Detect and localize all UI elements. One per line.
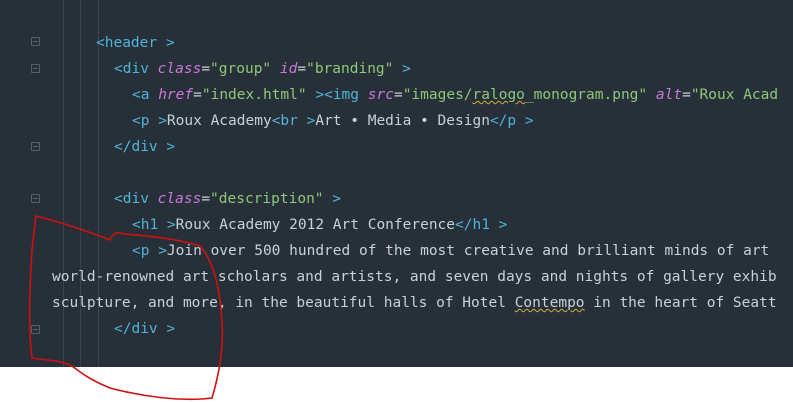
fold-marker-icon[interactable] [31,142,40,151]
p-text-2: Art • Media • Design [315,113,490,129]
br-tag: <br > [271,113,316,129]
code-line-p2[interactable]: <p >Join over 500 hundred of the most cr… [132,241,769,261]
equals: = [393,87,403,103]
equals: = [193,87,202,103]
code-line-wrap-2[interactable]: sculpture, and more, in the beautiful ha… [52,293,777,313]
code-line-div-description[interactable]: <div class="description" > [114,189,341,209]
div-tag: <div [114,61,149,77]
fold-marker-icon[interactable] [31,194,40,203]
tag-close: > [393,61,411,77]
code-line-div-close-2[interactable]: </div > [114,319,175,339]
p-close-tag: </p > [489,113,534,129]
tag-close: > [306,87,325,103]
fold-marker-icon[interactable] [31,325,40,334]
h1-close-tag: </h1 > [455,217,508,233]
equals: = [201,191,211,207]
a-tag: <a [132,87,150,103]
div-close-tag: </div > [114,321,176,337]
equals: = [201,61,211,77]
code-line-div-close[interactable]: </div > [114,137,175,157]
class-value: "group" [210,61,272,77]
src-value-pre: "images/ [402,87,473,103]
p-open-tag: <p > [132,243,167,259]
h1-text: Roux Academy 2012 Art Conference [175,217,456,233]
img-tag: <img [324,87,360,103]
p-open-tag: <p > [132,113,167,129]
code-line-p[interactable]: <p >Roux Academy<br >Art • Media • Desig… [132,111,534,131]
p-text: Roux Academy [166,113,272,129]
id-value: "branding" [306,61,394,77]
id-attribute: id [279,61,298,77]
class-attribute: class [157,191,202,207]
alt-value: "Roux Acad [690,87,779,103]
equals: = [682,87,691,103]
fold-marker-icon[interactable] [31,64,40,73]
header-open-tag: <header > [96,35,175,51]
div-close-tag: </div > [114,139,176,155]
equals: = [297,61,307,77]
code-editor[interactable]: <header > <div class="group" id="brandin… [0,0,793,367]
href-value: "index.html" [201,87,307,103]
spellcheck-word: Contempo [514,295,585,311]
code-line-h1[interactable]: <h1 >Roux Academy 2012 Art Conference</h… [132,215,507,235]
wrap-text-1: world-renowned art scholars and artists,… [52,269,777,285]
code-line-a[interactable]: <a href="index.html" ><img src="images/r… [132,85,778,105]
code-line-header[interactable]: <header > [96,33,175,53]
class-value: "description" [210,191,324,207]
wrap-text-2-post: in the heart of Seatt [584,295,777,311]
alt-attribute: alt [655,87,683,103]
href-attribute: href [158,87,194,103]
tag-close: > [323,191,342,207]
spellcheck-word: ralogo [472,87,525,103]
class-attribute: class [157,61,202,77]
code-line-div-group[interactable]: <div class="group" id="branding" > [114,59,411,79]
fold-marker-icon[interactable] [31,37,40,46]
div-tag: <div [114,191,149,207]
src-value: "images/ralogo_monogram.png" [403,87,647,103]
src-value-post: _monogram.png" [524,87,648,103]
wrap-text-2-pre: sculpture, and more, in the beautiful ha… [52,295,515,311]
h1-open-tag: <h1 > [132,217,176,233]
p2-text: Join over 500 hundred of the most creati… [166,243,770,259]
src-attribute: src [367,87,394,103]
code-line-wrap-1[interactable]: world-renowned art scholars and artists,… [52,267,777,287]
